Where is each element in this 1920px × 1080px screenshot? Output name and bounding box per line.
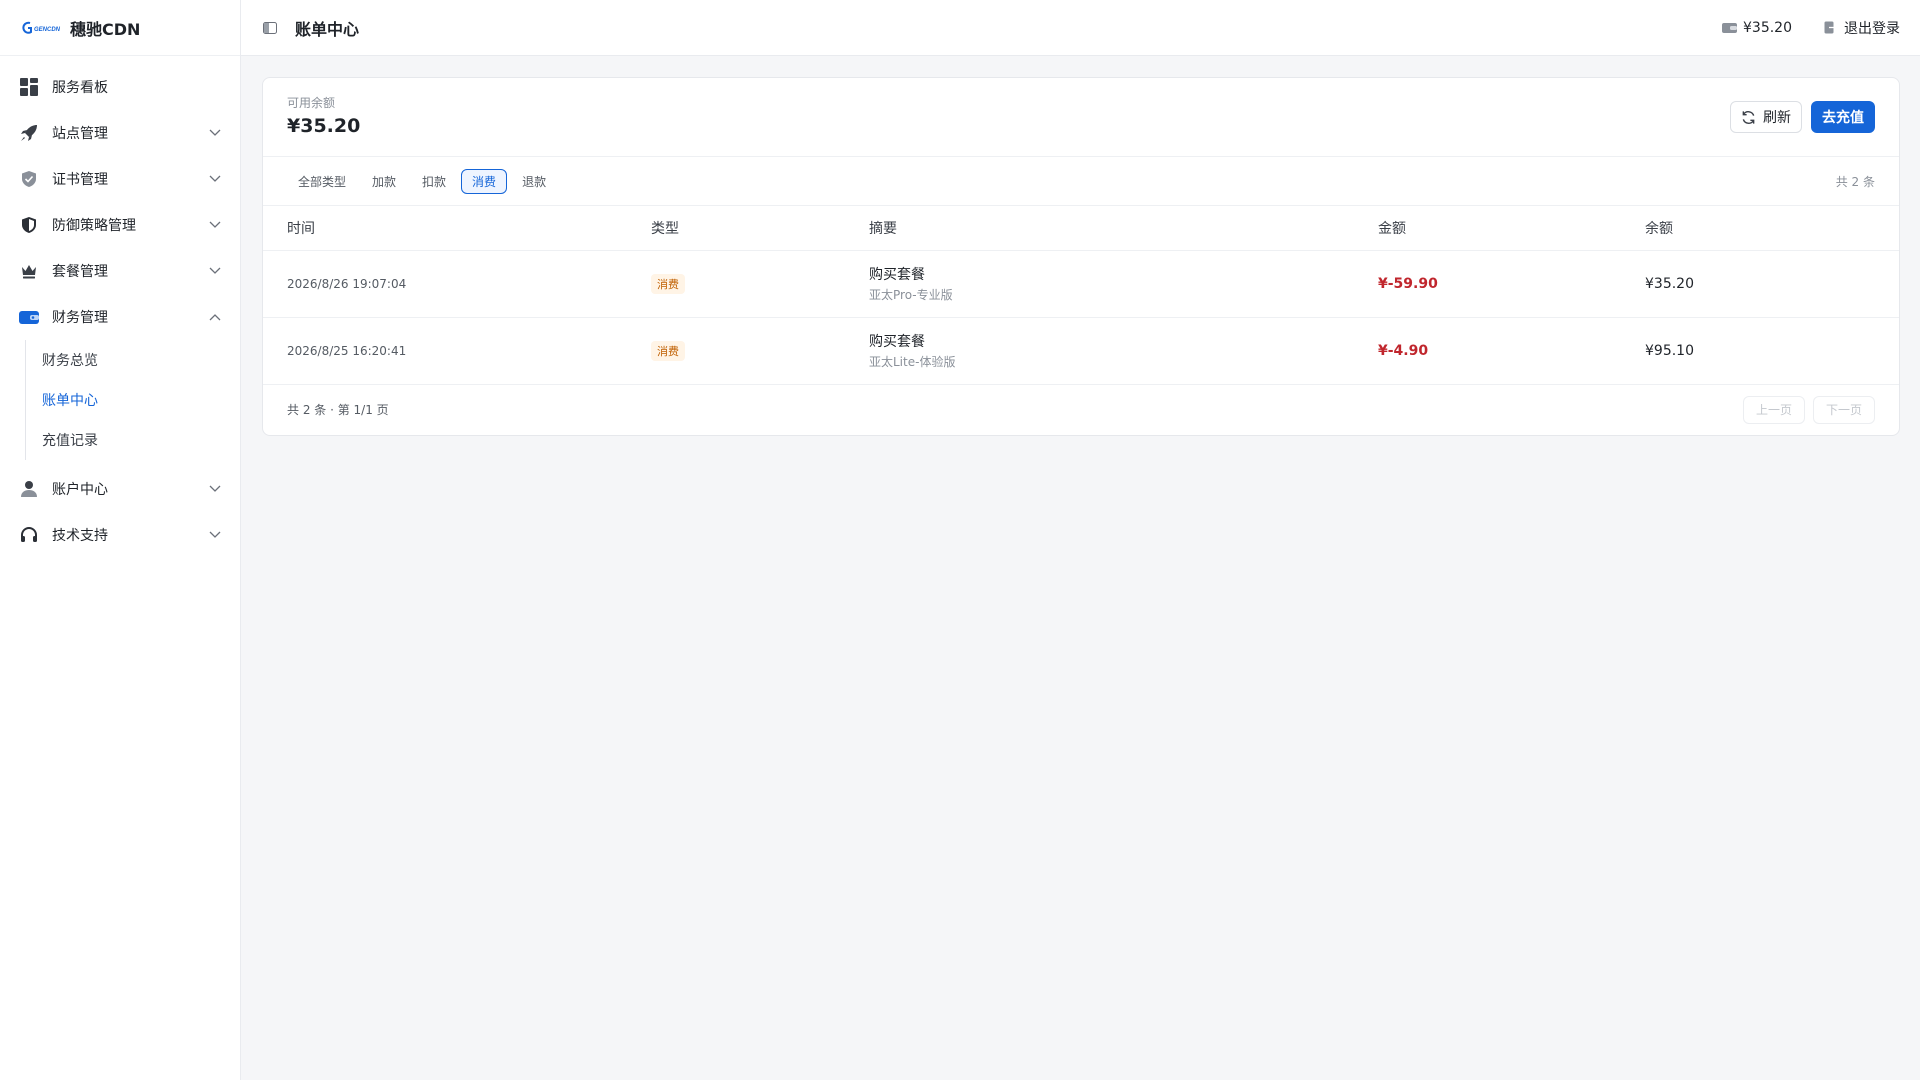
billing-card: 可用余额 ¥35.20 刷新 去充值 全部类型 加款 扣款 消费 退款 共 2 … — [262, 77, 1900, 436]
cell-amount: ¥-59.90 — [1378, 250, 1645, 318]
refresh-button[interactable]: 刷新 — [1730, 101, 1802, 133]
rocket-icon — [18, 122, 40, 144]
sidebar-subitem-billing-center[interactable]: 账单中心 — [42, 380, 240, 420]
crown-icon — [18, 260, 40, 282]
sidebar-item-label: 防御策略管理 — [52, 218, 136, 234]
chevron-down-icon — [208, 172, 222, 186]
sidebar-item-sites[interactable]: 站点管理 — [0, 110, 240, 156]
sidebar-subitem-finance-overview[interactable]: 财务总览 — [42, 340, 240, 380]
brand[interactable]: GENCDN 穗驰CDN — [0, 0, 240, 56]
chevron-down-icon — [208, 126, 222, 140]
sidebar-item-label: 套餐管理 — [52, 264, 108, 280]
sidebar-item-finance[interactable]: 财务管理 — [0, 294, 240, 340]
sidebar-toggle-icon[interactable] — [261, 19, 279, 37]
sidebar-item-certificates[interactable]: 证书管理 — [0, 156, 240, 202]
balance-section: 可用余额 ¥35.20 刷新 去充值 — [263, 78, 1899, 157]
shield-check-icon — [18, 168, 40, 190]
table-header-row: 时间 类型 摘要 金额 余额 — [263, 206, 1899, 251]
column-header-time: 时间 — [263, 206, 651, 251]
chevron-down-icon — [208, 482, 222, 496]
sidebar-item-label: 技术支持 — [52, 528, 108, 544]
type-badge: 消费 — [651, 273, 685, 294]
cell-balance: ¥95.10 — [1645, 317, 1899, 385]
balance-value: ¥35.20 — [287, 115, 361, 137]
column-header-type: 类型 — [651, 206, 869, 251]
next-page-button[interactable]: 下一页 — [1812, 395, 1875, 424]
balance-actions: 刷新 去充值 — [1730, 101, 1875, 133]
sidebar-subitem-recharge-records[interactable]: 充值记录 — [42, 420, 240, 460]
cell-time: 2026/8/25 16:20:41 — [263, 317, 651, 385]
refresh-icon — [1741, 109, 1757, 125]
chevron-up-icon — [208, 310, 222, 324]
user-icon — [18, 478, 40, 500]
type-badge: 消费 — [651, 340, 685, 361]
sidebar: GENCDN 穗驰CDN 服务看板 站点管理 证书管理 防御策略管理 套餐管理 … — [0, 0, 241, 1080]
table-row: 2026/8/26 19:07:04 消费 购买套餐 亚太Pro-专业版 ¥-5… — [263, 250, 1899, 318]
brand-logo: GENCDN — [22, 19, 62, 37]
total-count: 共 2 条 — [1835, 174, 1875, 189]
cell-time: 2026/8/26 19:07:04 — [263, 250, 651, 318]
filter-chip-consumption[interactable]: 消费 — [461, 168, 508, 194]
top-header: 账单中心 ¥35.20 退出登录 — [241, 0, 1920, 56]
shield-half-icon — [18, 214, 40, 236]
chevron-down-icon — [208, 264, 222, 278]
cell-summary-detail: 亚太Pro-专业版 — [869, 288, 953, 302]
chevron-down-icon — [208, 528, 222, 542]
cell-amount: ¥-4.90 — [1378, 317, 1645, 385]
sidebar-item-plans[interactable]: 套餐管理 — [0, 248, 240, 294]
column-header-summary: 摘要 — [869, 206, 1378, 251]
sidebar-item-label: 账户中心 — [52, 482, 108, 498]
pagination-info: 共 2 条 · 第 1/1 页 — [287, 403, 389, 417]
filter-chip-debit[interactable]: 扣款 — [411, 169, 457, 194]
prev-page-button[interactable]: 上一页 — [1742, 395, 1805, 424]
column-header-balance: 余额 — [1645, 206, 1899, 251]
logout-icon — [1822, 20, 1838, 36]
chevron-down-icon — [208, 218, 222, 232]
filter-chip-refund[interactable]: 退款 — [511, 169, 557, 194]
header-balance-value: ¥35.20 — [1743, 19, 1792, 36]
sidebar-nav: 服务看板 站点管理 证书管理 防御策略管理 套餐管理 财务管理 财务总览 账单中… — [0, 56, 240, 558]
sidebar-item-label: 服务看板 — [52, 80, 108, 96]
page-title: 账单中心 — [295, 19, 360, 39]
table-row: 2026/8/25 16:20:41 消费 购买套餐 亚太Lite-体验版 ¥-… — [263, 317, 1899, 385]
sidebar-item-account[interactable]: 账户中心 — [0, 466, 240, 512]
refresh-label: 刷新 — [1763, 110, 1791, 126]
sidebar-item-support[interactable]: 技术支持 — [0, 512, 240, 558]
balance-label: 可用余额 — [287, 96, 336, 110]
sidebar-item-defense-policy[interactable]: 防御策略管理 — [0, 202, 240, 248]
filter-chip-credit[interactable]: 加款 — [361, 169, 407, 194]
logout-label: 退出登录 — [1844, 20, 1900, 37]
finance-subnav: 财务总览 账单中心 充值记录 — [25, 340, 240, 460]
column-header-amount: 金额 — [1378, 206, 1645, 251]
cell-summary: 购买套餐 — [869, 334, 925, 350]
sidebar-item-dashboard[interactable]: 服务看板 — [0, 64, 240, 110]
filter-chip-all[interactable]: 全部类型 — [287, 169, 357, 194]
dashboard-icon — [18, 76, 40, 98]
topup-button[interactable]: 去充值 — [1811, 101, 1875, 133]
pagination: 共 2 条 · 第 1/1 页 上一页 下一页 — [263, 385, 1899, 435]
svg-text:GENCDN: GENCDN — [34, 27, 61, 33]
wallet-icon — [1721, 20, 1737, 36]
logout-button[interactable]: 退出登录 — [1822, 18, 1900, 38]
sidebar-item-label: 财务管理 — [52, 310, 108, 326]
brand-name: 穗驰CDN — [70, 19, 141, 39]
header-actions: ¥35.20 退出登录 — [1721, 18, 1900, 38]
sidebar-item-label: 站点管理 — [52, 126, 108, 142]
header-balance[interactable]: ¥35.20 — [1721, 20, 1792, 36]
headset-icon — [18, 524, 40, 546]
bills-table: 时间 类型 摘要 金额 余额 2026/8/26 19:07:04 消费 购买套… — [263, 206, 1899, 385]
wallet-icon — [18, 306, 40, 328]
cell-balance: ¥35.20 — [1645, 250, 1899, 318]
sidebar-item-label: 证书管理 — [52, 172, 108, 188]
type-filter-bar: 全部类型 加款 扣款 消费 退款 共 2 条 — [263, 157, 1899, 206]
cell-summary-detail: 亚太Lite-体验版 — [869, 355, 956, 369]
cell-summary: 购买套餐 — [869, 267, 925, 283]
